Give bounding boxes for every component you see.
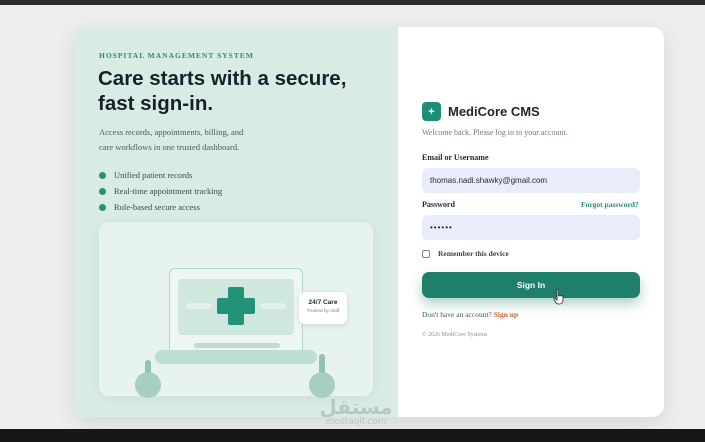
sign-in-button[interactable]: Sign In	[422, 272, 640, 298]
monitor-shape	[169, 268, 303, 354]
login-card: HOSPITAL MANAGEMENT SYSTEM Care starts w…	[74, 27, 664, 417]
welcome-text: Welcome back. Please log in to your acco…	[422, 128, 568, 137]
signup-prompt: Don't have an account? Sign up	[422, 310, 518, 319]
bullet-dot-icon	[99, 171, 106, 179]
brand-name: MediCore CMS	[448, 104, 540, 119]
bullet-dot-icon	[99, 187, 106, 195]
browser-top-bar	[0, 0, 705, 5]
username-field[interactable]	[422, 168, 640, 193]
hero-panel: HOSPITAL MANAGEMENT SYSTEM Care starts w…	[74, 27, 398, 417]
wheel-icon	[135, 372, 161, 398]
plus-icon: +	[422, 102, 441, 121]
feature-label: Role-based secure access	[114, 202, 200, 212]
medical-cross-icon	[217, 298, 255, 314]
care-badge: 24/7 Care Trusted by staff	[299, 292, 347, 324]
copyright-text: © 2026 MediCore Systems	[422, 332, 488, 338]
feature-item: Role-based secure access	[99, 199, 222, 215]
hero-subtext-line-2: care workflows in one trusted dashboard.	[99, 142, 240, 152]
brand: + MediCore CMS	[422, 102, 540, 121]
mostaqil-watermark: مستقل mostaqil.com	[311, 397, 401, 427]
hero-headline: Care starts with a secure, fast sign-in.	[98, 66, 388, 116]
feature-list: Unified patient records Real-time appoin…	[99, 167, 222, 215]
hand-pointer-icon	[553, 289, 564, 305]
hero-subtext: Access records, appointments, billing, a…	[99, 125, 299, 155]
hero-subtext-line-1: Access records, appointments, billing, a…	[99, 127, 244, 137]
monitor-screen	[178, 279, 294, 335]
screen-line	[260, 303, 286, 309]
monitor-stand	[194, 343, 280, 348]
sign-up-link[interactable]: Sign up	[494, 310, 518, 319]
hero-headline-line-2: fast sign-in.	[98, 92, 214, 115]
bullet-dot-icon	[99, 203, 106, 211]
remember-checkbox[interactable]	[422, 249, 430, 258]
feature-item: Real-time appointment tracking	[99, 183, 222, 199]
badge-title: 24/7 Care	[308, 299, 338, 306]
remember-label: Remember this device	[438, 249, 509, 258]
remember-device[interactable]: Remember this device	[422, 249, 509, 258]
forgot-password-link[interactable]: Forgot password?	[581, 200, 639, 209]
cart-base	[155, 350, 317, 364]
username-label: Email or Username	[422, 153, 489, 162]
password-field[interactable]	[422, 215, 640, 240]
feature-item: Unified patient records	[99, 167, 222, 183]
badge-subtitle: Trusted by staff	[306, 309, 340, 314]
eyebrow-text: HOSPITAL MANAGEMENT SYSTEM	[99, 51, 254, 60]
medical-cart-illustration: 24/7 Care Trusted by staff	[99, 222, 373, 398]
login-form-panel: + MediCore CMS Welcome back. Please log …	[398, 27, 664, 417]
signup-prompt-text: Don't have an account?	[422, 310, 492, 319]
screen-line	[186, 303, 212, 309]
hero-headline-line-1: Care starts with a secure,	[98, 67, 347, 90]
watermark-arabic: مستقل	[319, 395, 393, 419]
feature-label: Real-time appointment tracking	[114, 186, 223, 196]
password-label: Password	[422, 200, 455, 209]
browser-bottom-bar	[0, 429, 705, 442]
feature-label: Unified patient records	[114, 170, 193, 180]
